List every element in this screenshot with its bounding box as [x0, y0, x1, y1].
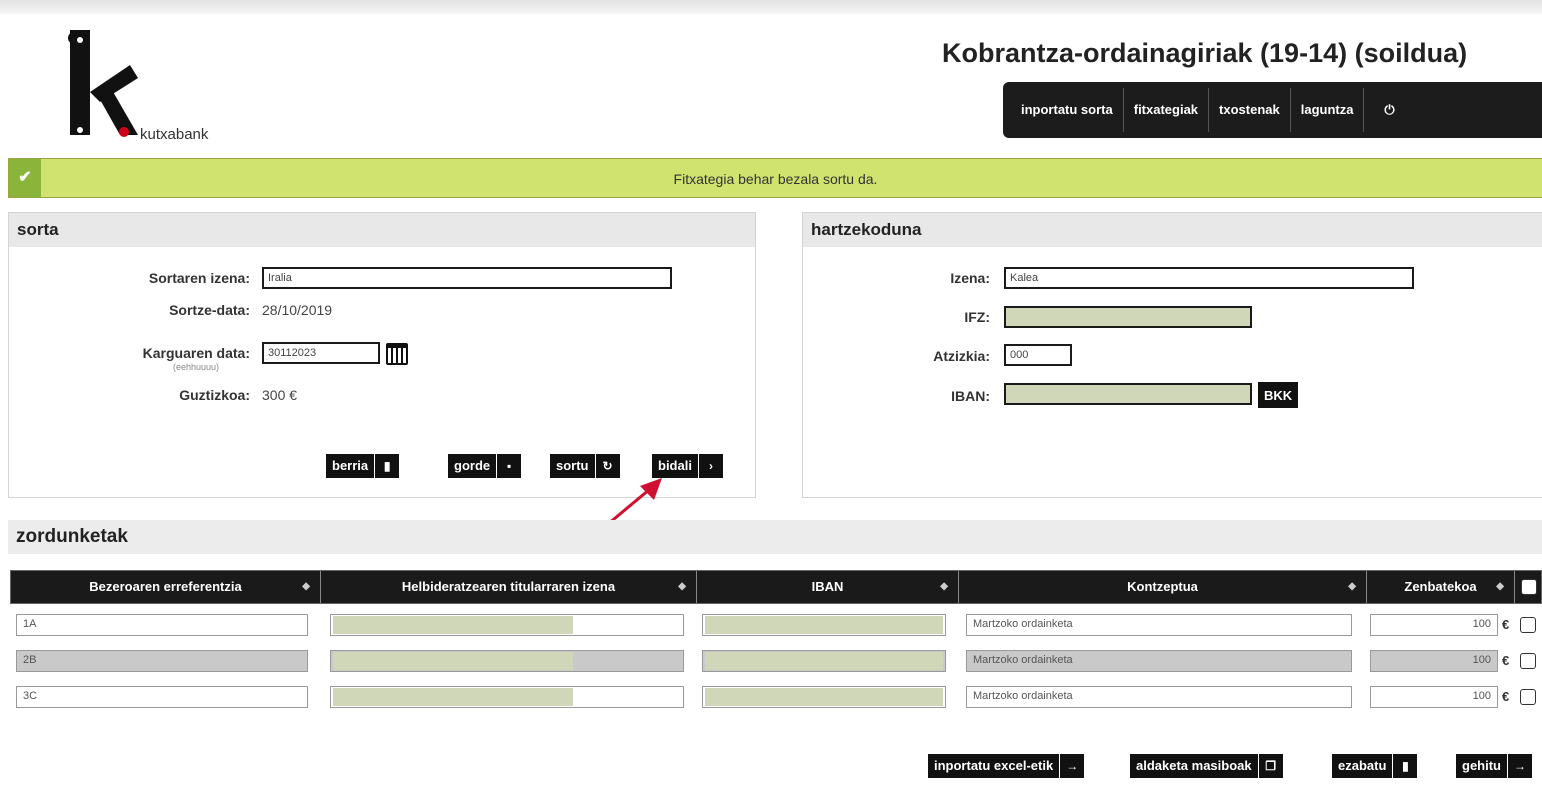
col-concept-label: Kontzeptua: [1127, 579, 1198, 594]
nav-files[interactable]: fitxategiak: [1122, 88, 1208, 132]
col-concept[interactable]: Kontzeptua ◆: [959, 571, 1367, 603]
success-banner: ✔ Fitxategia behar bezala sortu da.: [8, 158, 1542, 198]
table-row: 1A Martzoko ordainketa 100 €: [10, 608, 1542, 642]
holder-cell[interactable]: [330, 614, 684, 636]
bkk-label: BKK: [1264, 387, 1293, 403]
concept-cell[interactable]: Martzoko ordainketa: [966, 614, 1352, 636]
chevron-right-icon: ›: [708, 459, 713, 473]
row-checkbox[interactable]: [1520, 653, 1536, 669]
iban-cell[interactable]: [702, 650, 946, 672]
brand-name: kutxabank: [140, 126, 209, 143]
row-checkbox[interactable]: [1520, 617, 1536, 633]
holder-cell[interactable]: [330, 686, 684, 708]
save-button-label: gorde: [448, 454, 498, 478]
banner-message: Fitxategia behar bezala sortu da.: [673, 171, 878, 187]
ref-cell[interactable]: 2B: [16, 650, 308, 672]
ref-cell[interactable]: 3C: [16, 686, 308, 708]
new-button-label: berria: [326, 454, 376, 478]
arrow-right-icon: →: [1066, 759, 1079, 773]
arrow-right-icon: →: [1514, 759, 1526, 773]
page-title: Kobrantza-ordainagiriak (19-14) (soildua…: [942, 38, 1468, 68]
iban-input[interactable]: [1004, 383, 1252, 405]
col-holder-name[interactable]: Helbideratzearen titularraren izena ◆: [321, 571, 697, 603]
save-button[interactable]: gorde ▪: [448, 454, 522, 478]
creditor-name-label: Izena:: [950, 270, 990, 286]
select-all-checkbox[interactable]: [1521, 579, 1537, 595]
import-excel-label: inportatu excel-etik: [928, 754, 1061, 778]
table-row: 3C Martzoko ordainketa 100 €: [10, 680, 1542, 714]
charge-date-hint: (eehhuuuu): [173, 362, 220, 372]
batch-name-input[interactable]: Iralia: [262, 267, 672, 289]
holder-cell[interactable]: [330, 650, 684, 672]
power-icon[interactable]: ⏻: [1363, 88, 1414, 132]
bulk-edit-button[interactable]: aldaketa masiboak ❐: [1130, 754, 1283, 778]
charge-date-input[interactable]: 30112023: [262, 342, 380, 364]
row-checkbox[interactable]: [1520, 689, 1536, 705]
concept-cell[interactable]: Martzoko ordainketa: [966, 686, 1352, 708]
col-iban-label: IBAN: [811, 579, 844, 594]
debits-heading: zordunketak: [8, 520, 1542, 554]
sort-icon: ◆: [1348, 581, 1356, 592]
amount-cell[interactable]: 100: [1370, 650, 1498, 672]
sort-icon: ◆: [1496, 581, 1504, 592]
top-strip: [0, 0, 1542, 14]
trash-icon: ▮: [1402, 759, 1409, 773]
creation-date-label: Sortze-data:: [169, 302, 250, 318]
suffix-input[interactable]: 000: [1004, 344, 1072, 366]
document-icon: ▮: [383, 459, 391, 473]
currency-symbol: €: [1502, 617, 1510, 632]
delete-button[interactable]: ezabatu ▮: [1332, 754, 1418, 778]
calendar-icon[interactable]: [386, 343, 408, 365]
top-nav: inportatu sorta fitxategiak txostenak la…: [1003, 82, 1542, 138]
batch-name-label: Sortaren izena:: [148, 270, 250, 286]
sort-icon: ◆: [940, 581, 948, 592]
import-excel-button[interactable]: inportatu excel-etik →: [928, 754, 1085, 778]
col-amount[interactable]: Zenbatekoa ◆: [1367, 571, 1515, 603]
add-label: gehitu: [1456, 754, 1508, 778]
col-amount-label: Zenbatekoa: [1404, 579, 1477, 594]
table-row: 2B Martzoko ordainketa 100 €: [10, 644, 1542, 678]
delete-label: ezabatu: [1332, 754, 1394, 778]
ifz-label: IFZ:: [964, 309, 990, 325]
creditor-heading: hartzekoduna: [803, 213, 1542, 247]
currency-symbol: €: [1502, 653, 1510, 668]
currency-symbol: €: [1502, 689, 1510, 704]
sort-icon: ◆: [678, 581, 686, 592]
sorta-heading: sorta: [9, 213, 755, 247]
refresh-icon: ↻: [602, 459, 613, 473]
sort-icon: ◆: [302, 581, 310, 592]
add-button[interactable]: gehitu →: [1456, 754, 1532, 778]
total-value: 300 €: [262, 387, 298, 403]
ifz-input[interactable]: [1004, 306, 1252, 328]
creditor-name-input[interactable]: Kalea: [1004, 267, 1414, 289]
concept-cell[interactable]: Martzoko ordainketa: [966, 650, 1352, 672]
charge-date-label: Karguaren data:: [142, 345, 250, 361]
debits-table-header: Bezeroaren erreferentzia ◆ Helbideratzear…: [10, 570, 1542, 604]
suffix-label: Atzizkia:: [933, 348, 990, 364]
col-iban[interactable]: IBAN ◆: [697, 571, 959, 603]
amount-cell[interactable]: 100: [1370, 614, 1498, 636]
creation-date-value: 28/10/2019: [262, 302, 333, 318]
nav-reports[interactable]: txostenak: [1208, 88, 1290, 132]
bkk-button[interactable]: BKK: [1258, 382, 1299, 408]
total-label: Guztizkoa:: [179, 387, 250, 403]
nav-import-batch[interactable]: inportatu sorta: [1011, 88, 1123, 132]
col-holder-name-label: Helbideratzearen titularraren izena: [401, 579, 616, 594]
iban-cell[interactable]: [702, 686, 946, 708]
col-customer-ref[interactable]: Bezeroaren erreferentzia ◆: [11, 571, 321, 603]
nav-help[interactable]: laguntza: [1289, 88, 1364, 132]
iban-label: IBAN:: [951, 388, 990, 404]
floppy-icon: ▪: [506, 459, 512, 473]
window-icon: ❐: [1265, 759, 1276, 773]
new-button[interactable]: berria ▮: [326, 454, 400, 478]
col-customer-ref-label: Bezeroaren erreferentzia: [89, 579, 242, 594]
amount-cell[interactable]: 100: [1370, 686, 1498, 708]
ref-cell[interactable]: 1A: [16, 614, 308, 636]
iban-cell[interactable]: [702, 614, 946, 636]
bulk-edit-label: aldaketa masiboak: [1130, 754, 1259, 778]
